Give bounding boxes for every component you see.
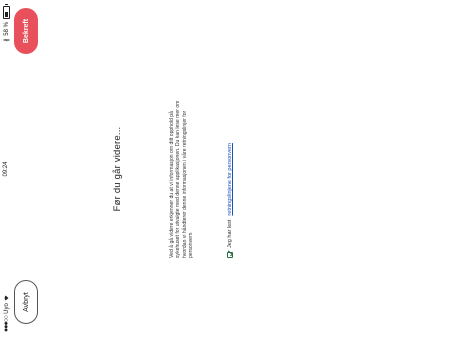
status-time: 09:24 (3, 161, 9, 177)
status-right: ∦ 58 % (3, 6, 10, 42)
checkmark-icon (227, 250, 234, 257)
cancel-button[interactable]: Avbryt (14, 280, 38, 324)
confirm-button[interactable]: Bekreft (14, 8, 38, 54)
app-screen: ●●●○○ Uyo 09:24 ∦ 58 % Avbryt Bekreft Fø… (0, 0, 454, 338)
consent-checkbox[interactable] (227, 250, 234, 258)
consent-prefix: Jeg har lest (227, 219, 233, 248)
battery-icon (3, 6, 10, 19)
status-bar: ●●●○○ Uyo 09:24 ∦ 58 % (0, 0, 14, 338)
page-title: Før du går videre... (112, 126, 123, 212)
consent-row[interactable]: Jeg har lest retningslinjene for personv… (227, 143, 234, 258)
header-actions: Avbryt Bekreft (14, 0, 44, 338)
bluetooth-icon: ∦ (4, 38, 10, 42)
battery-percent: 58 % (3, 22, 10, 36)
privacy-policy-link[interactable]: retningslinjene for personvern (227, 143, 233, 215)
consent-description: Ved å gå videre erkjenner du at vi infor… (169, 100, 194, 258)
